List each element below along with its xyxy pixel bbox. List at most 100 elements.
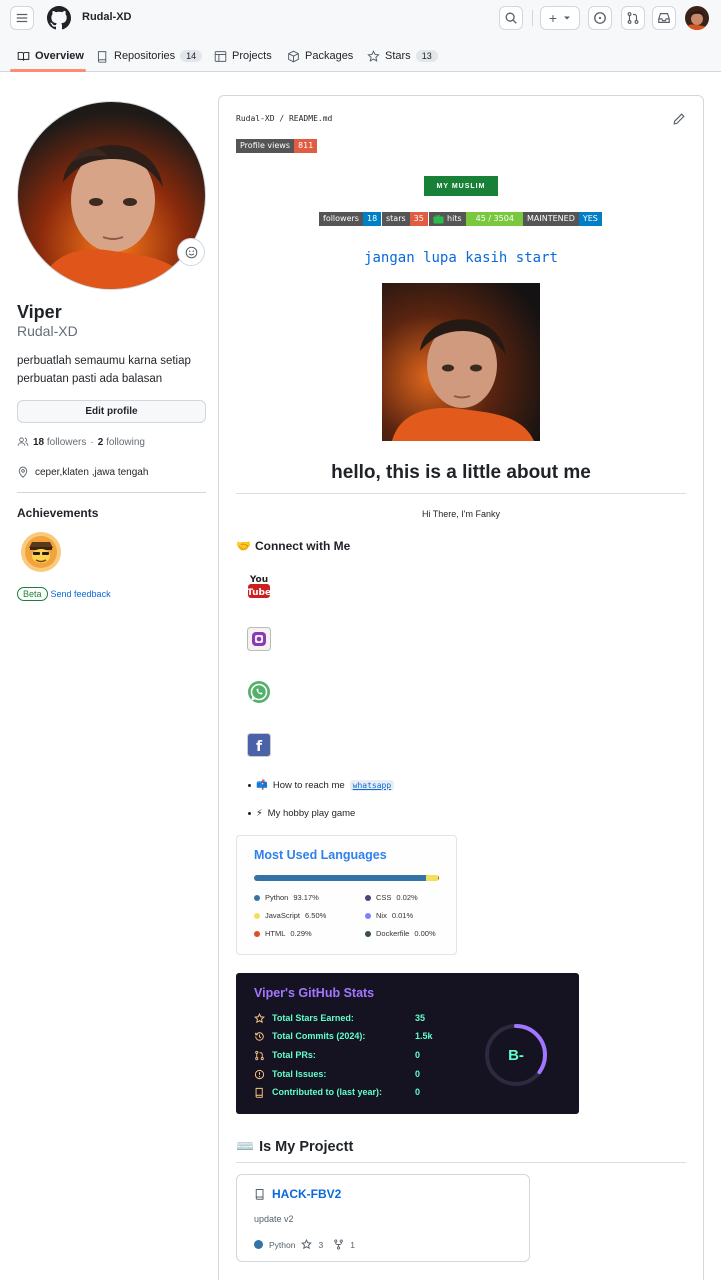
language-python: Python 93.17% xyxy=(254,893,319,902)
whatsapp-code-link[interactable]: whatsapp xyxy=(349,780,395,791)
star-icon xyxy=(254,1012,265,1023)
stat-row-contributed: Contributed to (last year): xyxy=(254,1085,382,1099)
instagram-link[interactable] xyxy=(247,627,271,651)
issue-opened-icon xyxy=(594,12,606,24)
language-dockerfile: Dockerfile 0.00% xyxy=(365,929,436,938)
user-avatar[interactable] xyxy=(685,6,709,30)
repositories-count: 14 xyxy=(180,50,203,62)
menu-button[interactable] xyxy=(10,6,34,30)
search-icon xyxy=(505,12,517,24)
language-bar-segment xyxy=(254,875,427,881)
github-logo-icon[interactable] xyxy=(47,6,71,30)
repo-forks[interactable]: 1 xyxy=(350,1240,355,1250)
readme-portrait-image xyxy=(382,283,540,441)
profile-bio: perbuatlah semaumu karna setiap perbuata… xyxy=(17,355,191,385)
profile-login: Rudal-XD xyxy=(17,323,78,339)
inbox-button[interactable] xyxy=(652,6,676,30)
facebook-link[interactable]: f xyxy=(247,733,271,757)
svg-text:Tube: Tube xyxy=(247,588,271,598)
list-item: 📫 How to reach me whatsapp xyxy=(248,780,395,791)
tab-overview[interactable]: Overview xyxy=(17,46,84,66)
location-icon xyxy=(18,466,28,478)
tab-repositories[interactable]: Repositories 14 xyxy=(96,46,203,66)
git-pull-request-icon xyxy=(627,12,639,24)
pull-requests-button[interactable] xyxy=(621,6,645,30)
profile-tabs: Overview Repositories 14 Projects Packag… xyxy=(0,40,721,72)
top-languages-title: Most Used Languages xyxy=(254,848,387,862)
send-feedback-link[interactable]: Send feedback xyxy=(51,589,111,599)
tab-stars[interactable]: Stars 13 xyxy=(367,46,438,66)
tab-packages[interactable]: Packages xyxy=(287,46,353,66)
chevron-down-icon xyxy=(564,16,571,20)
svg-text:You: You xyxy=(249,575,268,585)
following-link[interactable]: 2 following xyxy=(98,437,145,448)
book-icon xyxy=(17,51,30,61)
list-item: ⚡ My hobby play game xyxy=(248,808,355,819)
issue-icon xyxy=(254,1069,265,1079)
star-reminder-text: jangan lupa kasih start xyxy=(364,250,558,266)
repo-stars[interactable]: 3 xyxy=(318,1240,323,1250)
top-bar: Rudal-XD + xyxy=(0,0,721,36)
whatsapp-icon xyxy=(248,681,270,703)
stat-value-stars: 35 xyxy=(415,1013,426,1023)
readme-path[interactable]: Rudal-XD / README.md xyxy=(236,114,332,123)
projects-heading: ⌨️ Is My Projectt xyxy=(236,1138,354,1156)
achievement-badge-yolo[interactable] xyxy=(20,531,62,573)
hits-badge[interactable]: hits 45 / 3504 xyxy=(429,212,524,226)
github-stats-title: Viper's GitHub Stats xyxy=(254,986,375,1000)
language-html: HTML 0.29% xyxy=(254,929,312,938)
svg-text:f: f xyxy=(256,739,263,755)
greeting-text: Hi There, I'm Fanky xyxy=(421,509,501,519)
fork-icon xyxy=(334,1239,343,1250)
active-tab-indicator xyxy=(10,69,86,72)
instagram-icon xyxy=(247,627,271,651)
star-icon xyxy=(301,1239,313,1250)
repo-icon xyxy=(97,50,107,63)
sidebar-divider xyxy=(17,492,206,493)
profile-avatar[interactable] xyxy=(17,101,206,290)
followers-link[interactable]: 18 followers xyxy=(33,437,86,448)
beta-badge: Beta xyxy=(17,587,48,601)
repo-meta: Python 3 1 xyxy=(254,1239,355,1250)
language-nix: Nix 0.01% xyxy=(365,911,413,920)
people-icon xyxy=(17,437,29,446)
edit-profile-button[interactable]: Edit profile xyxy=(17,400,206,423)
set-status-button[interactable] xyxy=(177,238,205,266)
stat-row-issues: Total Issues: xyxy=(254,1067,326,1081)
stars-badge[interactable]: stars 35 xyxy=(382,212,428,226)
search-button[interactable] xyxy=(499,6,523,30)
youtube-icon: You Tube xyxy=(247,575,271,598)
header-username[interactable]: Rudal-XD xyxy=(82,11,132,23)
tv-icon xyxy=(433,214,444,223)
language-color-dot xyxy=(254,1240,263,1249)
pencil-icon[interactable] xyxy=(672,112,686,126)
rank-circle: B- xyxy=(485,1024,547,1086)
stat-row-commits: Total Commits (2024): xyxy=(254,1029,365,1043)
repo-name-link[interactable]: HACK-FBV2 xyxy=(254,1187,341,1201)
tab-projects[interactable]: Projects xyxy=(214,46,272,66)
issues-button[interactable] xyxy=(588,6,612,30)
youtube-link[interactable]: You Tube xyxy=(247,572,271,598)
app-header: Rudal-XD + Overview Repositories 14 Proj… xyxy=(0,0,721,72)
header-divider xyxy=(532,10,533,26)
plus-icon: + xyxy=(548,10,558,26)
stat-value-prs: 0 xyxy=(415,1050,421,1060)
languages-progress-bar xyxy=(254,875,439,881)
whatsapp-link[interactable] xyxy=(247,680,271,704)
handshake-icon: 🤝 xyxy=(236,539,251,553)
table-icon xyxy=(214,50,227,62)
create-new-button[interactable]: + xyxy=(540,6,580,30)
pr-icon xyxy=(255,1050,264,1060)
stat-row-prs: Total PRs: xyxy=(254,1048,316,1062)
my-muslim-badge[interactable]: MY MUSLIM xyxy=(424,176,498,196)
achievements-feedback: Beta Send feedback xyxy=(17,587,111,601)
about-heading: hello, this is a little about me xyxy=(331,462,591,483)
repo-description: update v2 xyxy=(254,1214,294,1224)
followers-badge[interactable]: followers 18 xyxy=(319,212,382,226)
maintained-badge[interactable]: MAINTENED YES xyxy=(523,212,602,226)
stat-row-stars: Total Stars Earned: xyxy=(254,1011,354,1025)
hamburger-icon xyxy=(16,13,28,23)
repo-icon xyxy=(255,1087,263,1098)
mailbox-icon: 📫 xyxy=(256,780,268,791)
package-icon xyxy=(288,50,299,62)
